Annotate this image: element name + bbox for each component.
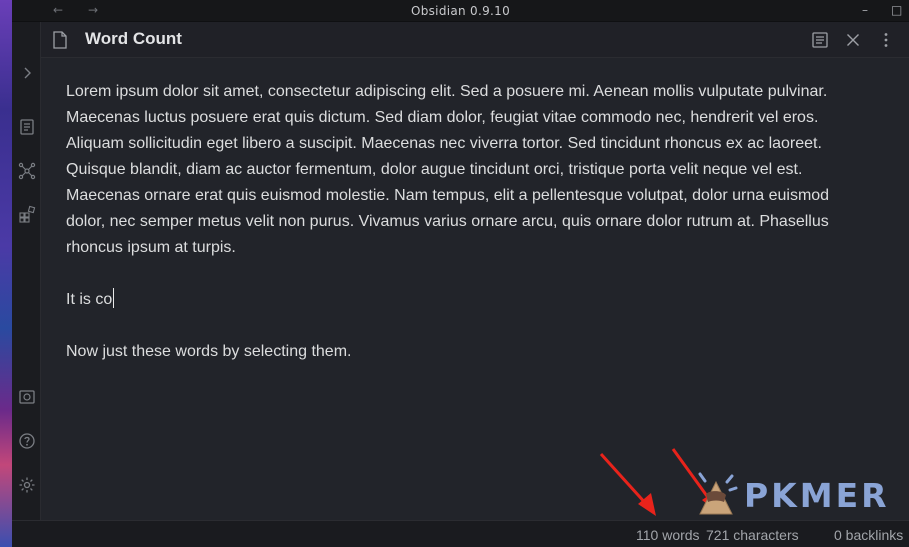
- window-titlebar: ← → Obsidian 0.9.10 – □: [12, 0, 909, 22]
- expand-chevron-icon[interactable]: [18, 64, 36, 82]
- editor-paragraph[interactable]: Lorem ipsum dolor sit amet, consectetur …: [66, 79, 866, 261]
- editor-paragraph[interactable]: Now just these words by selecting them.: [66, 339, 866, 365]
- file-icon: [53, 31, 67, 49]
- more-options-icon[interactable]: [877, 31, 895, 49]
- backlinks-status[interactable]: 0 backlinks: [834, 527, 903, 543]
- text-cursor: [113, 288, 115, 308]
- pane-title: Word Count: [85, 29, 182, 48]
- editor-paragraph[interactable]: It is co: [66, 287, 866, 313]
- pkmer-logo-icon: [698, 472, 738, 515]
- desktop-wallpaper: [0, 0, 12, 547]
- vault-icon[interactable]: [18, 388, 36, 406]
- minimize-button[interactable]: –: [862, 3, 868, 17]
- pkmer-watermark: PKMER: [692, 470, 892, 522]
- maximize-button[interactable]: □: [891, 3, 902, 17]
- help-icon[interactable]: [18, 432, 36, 450]
- settings-icon[interactable]: [18, 476, 36, 494]
- editor-line-text[interactable]: It is co: [66, 291, 112, 308]
- pkmer-wordmark: PKMER: [744, 476, 890, 515]
- markdown-editor[interactable]: Lorem ipsum dolor sit amet, consectetur …: [41, 58, 909, 520]
- status-bar: 110 words 721 characters 0 backlinks: [12, 520, 909, 547]
- left-ribbon: [12, 22, 41, 547]
- close-icon[interactable]: [844, 31, 862, 49]
- reading-view-icon[interactable]: [811, 31, 829, 49]
- plugins-icon[interactable]: [18, 205, 36, 223]
- graph-icon[interactable]: [18, 162, 36, 180]
- window-title: Obsidian 0.9.10: [410, 4, 511, 18]
- pane-header: Word Count: [41, 22, 909, 58]
- switcher-icon[interactable]: [18, 118, 36, 136]
- word-count-status: 110 words: [636, 527, 700, 543]
- character-count-status: 721 characters: [706, 527, 799, 543]
